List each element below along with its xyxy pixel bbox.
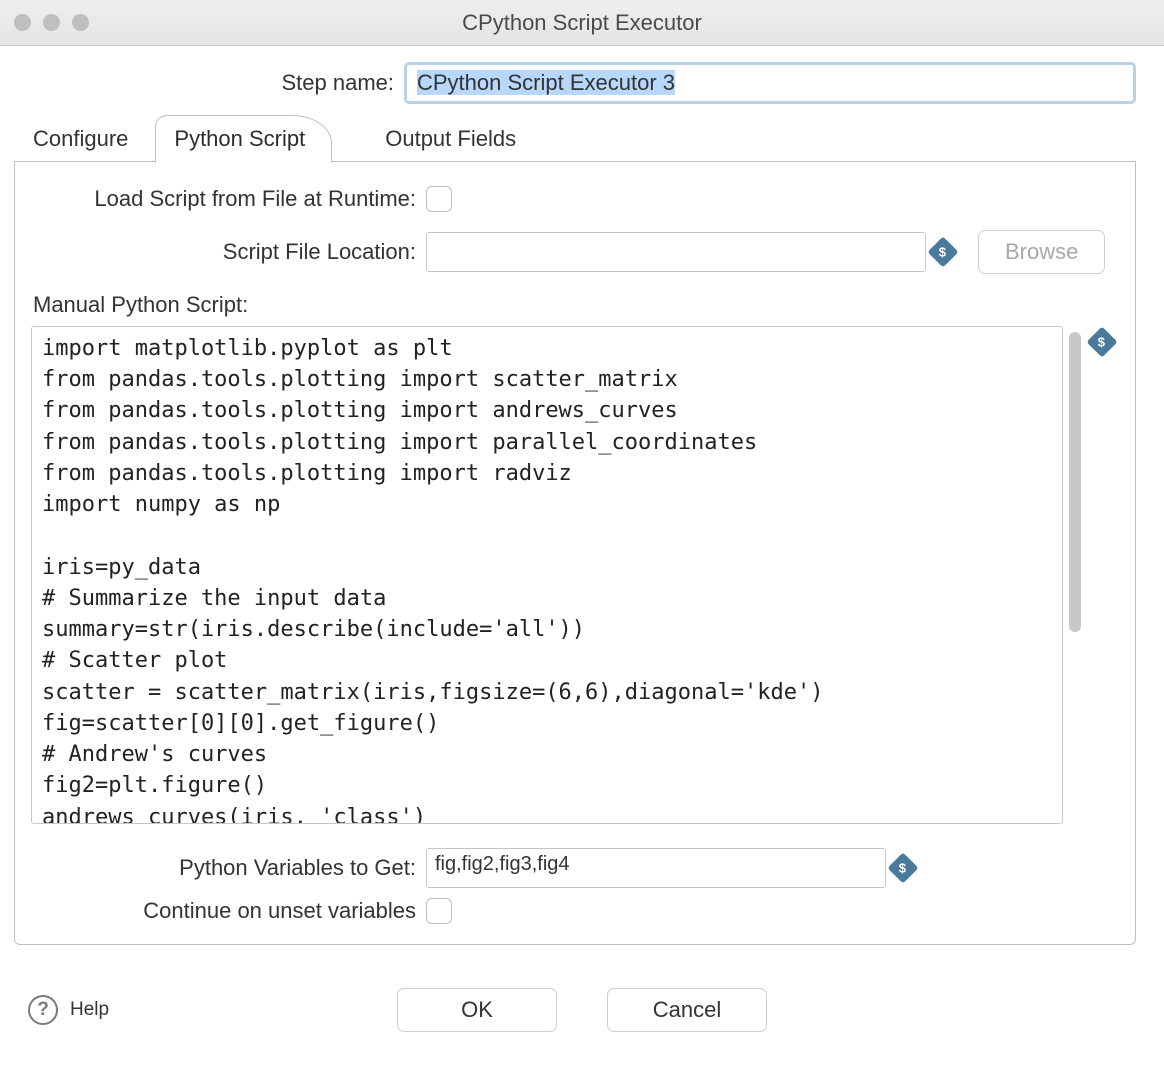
dialog-buttons: ? Help OK Cancel [0, 955, 1164, 1047]
zoom-window-icon[interactable] [72, 14, 89, 31]
window-title: CPython Script Executor [0, 10, 1164, 36]
load-from-file-label: Load Script from File at Runtime: [31, 186, 426, 212]
manual-script-label: Manual Python Script: [33, 292, 1119, 318]
help-button[interactable]: ? Help [28, 995, 109, 1025]
manual-script-textarea[interactable]: import matplotlib.pyplot as plt from pan… [31, 326, 1063, 824]
tab-bar: Configure Python Script Output Fields [14, 110, 1136, 162]
variable-picker-icon[interactable]: $ [1086, 326, 1117, 357]
scrollbar-thumb[interactable] [1069, 332, 1081, 632]
continue-unset-label: Continue on unset variables [31, 898, 426, 924]
variable-picker-icon[interactable]: $ [927, 236, 958, 267]
vars-to-get-input[interactable]: fig,fig2,fig3,fig4 [426, 848, 886, 888]
window-controls [14, 14, 89, 31]
tab-python-script[interactable]: Python Script [155, 115, 332, 163]
step-name-input[interactable]: CPython Script Executor 3 [404, 62, 1136, 104]
script-file-location-label: Script File Location: [31, 239, 426, 265]
step-name-label: Step name: [14, 70, 404, 96]
tab-panel: Load Script from File at Runtime: Script… [14, 162, 1136, 945]
ok-button[interactable]: OK [397, 988, 557, 1032]
help-label: Help [70, 999, 109, 1021]
step-name-value: CPython Script Executor 3 [417, 70, 675, 95]
continue-unset-checkbox[interactable] [426, 898, 452, 924]
help-icon: ? [28, 995, 58, 1025]
browse-button[interactable]: Browse [978, 230, 1105, 274]
tab-configure[interactable]: Configure [14, 115, 155, 162]
titlebar: CPython Script Executor [0, 0, 1164, 46]
load-from-file-checkbox[interactable] [426, 186, 452, 212]
variable-picker-icon[interactable]: $ [887, 852, 918, 883]
script-scrollbar[interactable] [1067, 326, 1083, 824]
minimize-window-icon[interactable] [43, 14, 60, 31]
vars-to-get-label: Python Variables to Get: [31, 855, 426, 881]
script-file-location-input[interactable] [426, 232, 926, 272]
tab-output-fields[interactable]: Output Fields [366, 115, 543, 162]
close-window-icon[interactable] [14, 14, 31, 31]
cancel-button[interactable]: Cancel [607, 988, 767, 1032]
